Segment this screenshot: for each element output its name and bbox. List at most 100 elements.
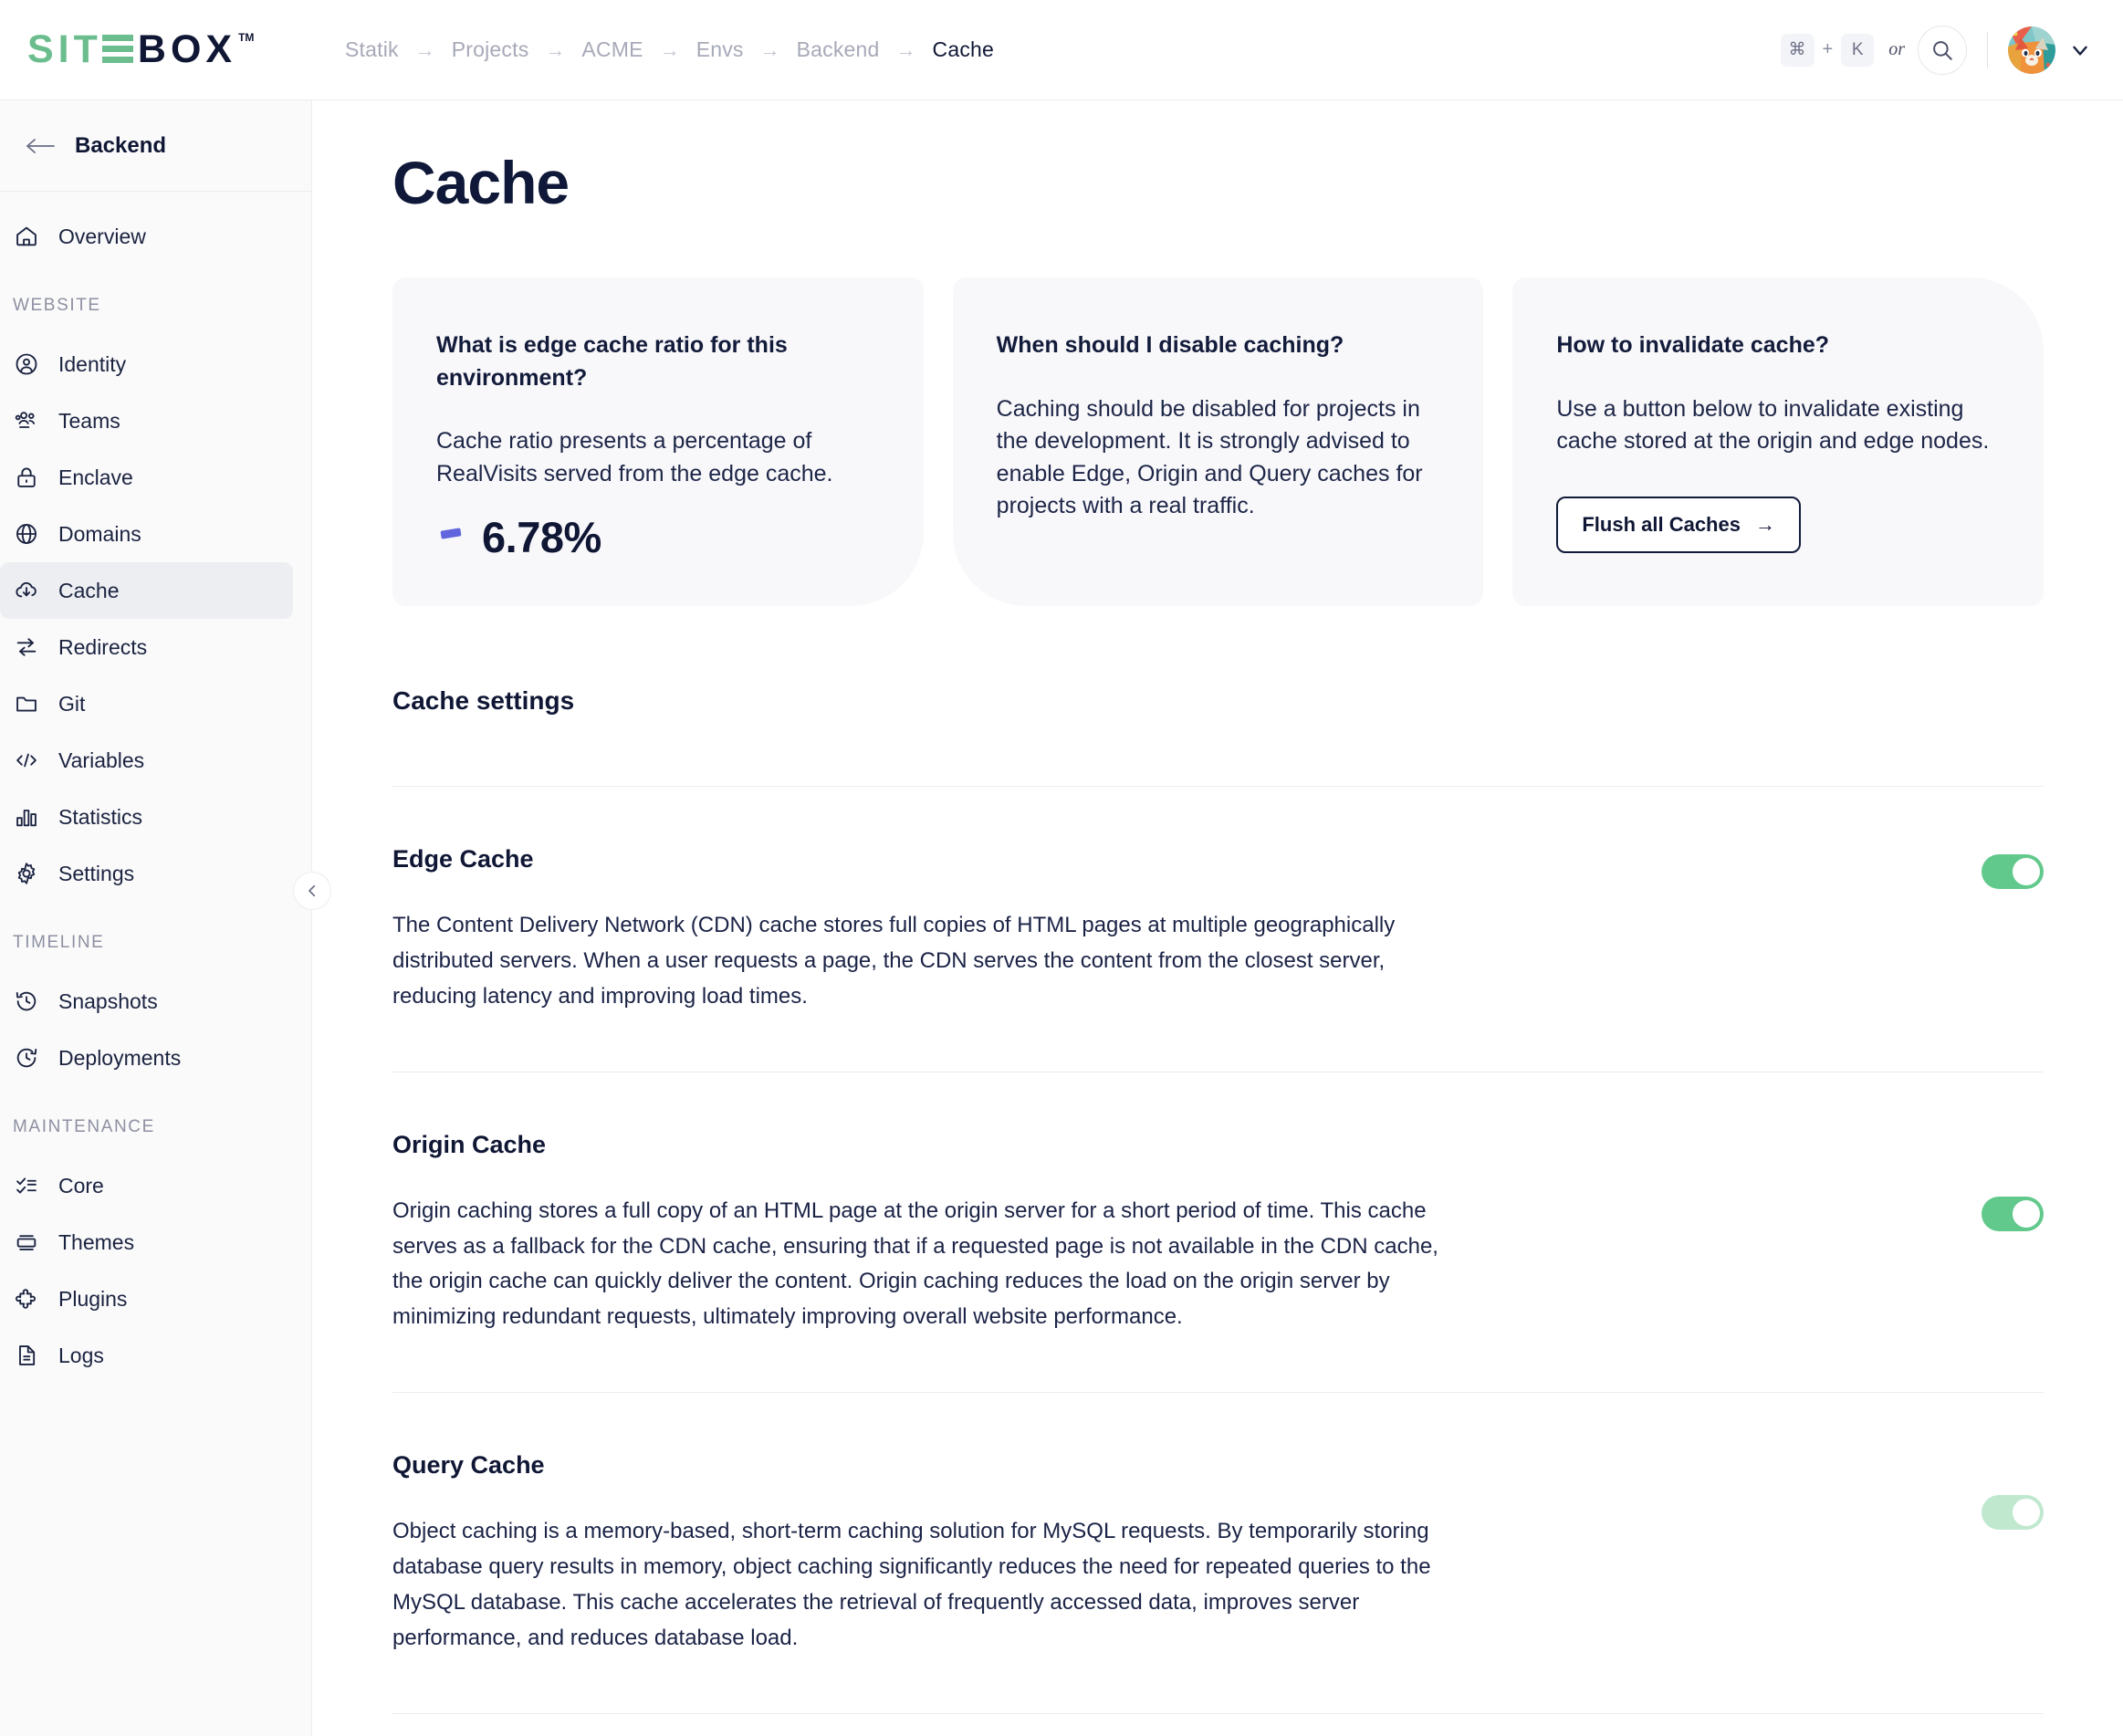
sidebar-item-plugins[interactable]: Plugins [0,1271,293,1327]
setting-name: Edge Cache [392,845,534,873]
setting-row-query-cache: Query Cache Object caching is a memory-b… [313,1393,2123,1657]
folder-icon [13,690,40,717]
shortcut-or-label: or [1888,39,1905,59]
breadcrumb-item-projects[interactable]: Projects [452,37,529,62]
breadcrumb-separator-icon: → [759,37,780,61]
layers-icon [13,1229,40,1256]
setting-toggle-cell [1982,845,2044,889]
sidebar-item-label: Redirects [58,634,148,659]
card-edge-cache-ratio: What is edge cache ratio for this enviro… [392,277,924,606]
sidebar-item-themes[interactable]: Themes [0,1214,293,1271]
card-body: Use a button below to invalidate existin… [1556,395,1990,455]
sidebar-item-settings[interactable]: Settings [0,845,293,902]
breadcrumb-separator-icon: → [414,37,435,61]
page-title: Cache [392,149,570,216]
sidebar-nav: Overview WEBSITE Identity Teams Enclave … [0,192,311,1384]
origin-cache-toggle[interactable] [1982,1196,2044,1231]
sidebar-back-header[interactable]: Backend [0,100,311,192]
sidebar-item-deployments[interactable]: Deployments [0,1030,293,1086]
card-heading: How to invalidate cache? [1556,332,1830,358]
sidebar-item-label: Deployments [58,1045,182,1070]
setting-name: Query Cache [392,1451,545,1480]
sidebar-item-logs[interactable]: Logs [0,1327,293,1384]
sidebar-item-redirects[interactable]: Redirects [0,619,293,675]
sidebar-item-overview[interactable]: Overview [0,208,293,265]
edge-cache-toggle[interactable] [1982,854,2044,889]
card-body: Cache ratio presents a percentage of Rea… [436,428,833,486]
logo-text-green: SIT [27,27,102,71]
sidebar-item-label: Snapshots [58,988,158,1013]
card-body: Caching should be disabled for projects … [996,395,1423,519]
query-cache-toggle[interactable] [1982,1495,2044,1531]
sidebar-item-cache[interactable]: Cache [0,562,293,619]
sidebar: Backend Overview WEBSITE Identity Teams … [0,100,312,1736]
vertical-divider [1987,31,1988,68]
sidebar-back-label: Backend [75,132,167,158]
home-icon [13,223,40,250]
bar-chart-icon [13,803,40,831]
lock-icon [13,464,40,491]
puzzle-icon [13,1285,40,1312]
breadcrumb-item-envs[interactable]: Envs [696,37,744,62]
sidebar-item-label: Core [58,1173,104,1197]
setting-description: Origin caching stores a full copy of an … [392,1197,1438,1330]
arrow-right-icon: → [1754,512,1775,536]
sidebar-item-variables[interactable]: Variables [0,732,293,789]
document-icon [13,1342,40,1369]
flush-all-caches-button[interactable]: Flush all Caches → [1556,496,1801,553]
breadcrumb-item-statik[interactable]: Statik [345,37,399,62]
sidebar-item-label: Statistics [58,804,143,829]
account-menu-button[interactable] [2068,38,2092,62]
avatar-cat-image [2008,26,2055,74]
app-logo[interactable]: SIT BOX TM [0,30,312,69]
arrow-left-icon [26,138,55,153]
card-heading: What is edge cache ratio for this enviro… [436,332,788,391]
setting-text: Query Cache Object caching is a memory-b… [392,1451,1474,1657]
chevron-down-icon [2073,46,2087,56]
chevron-left-icon [309,884,316,897]
avatar[interactable] [2008,26,2055,74]
sidebar-item-label: Variables [58,748,145,772]
sidebar-item-core[interactable]: Core [0,1157,293,1214]
sidebar-item-teams[interactable]: Teams [0,392,293,449]
logo-text-dark: BOX [137,27,237,71]
logo-trademark: TM [238,31,255,44]
setting-row-edge-cache: Edge Cache The Content Delivery Network … [313,787,2123,1015]
search-button[interactable] [1918,25,1967,75]
breadcrumb: Statik → Projects → ACME → Envs → Backen… [345,37,994,62]
sidebar-item-label: Cache [58,578,120,602]
edge-cache-ratio-metric: 6.78% [436,512,880,562]
setting-toggle-cell [1982,1131,2044,1231]
history-icon [13,988,40,1015]
sidebar-item-statistics[interactable]: Statistics [0,789,293,845]
sidebar-item-identity[interactable]: Identity [0,336,293,392]
setting-description: The Content Delivery Network (CDN) cache… [392,913,1396,1009]
command-key-badge: ⌘ [1780,33,1814,67]
setting-toggle-cell [1982,1451,2044,1531]
cache-settings-title: Cache settings [392,686,575,715]
sidebar-item-label: Enclave [58,465,133,489]
sparkline-icon [436,518,469,562]
breadcrumb-item-cache[interactable]: Cache [933,37,994,62]
sidebar-item-domains[interactable]: Domains [0,506,293,562]
k-key-badge: K [1841,33,1875,67]
sidebar-collapse-button[interactable] [293,872,331,910]
sidebar-section-website: WEBSITE [13,296,101,315]
sidebar-item-label: Logs [58,1343,104,1367]
top-bar-actions: ⌘ + K or [1780,25,2123,75]
sidebar-section-timeline: TIMELINE [13,933,105,952]
breadcrumb-item-acme[interactable]: ACME [581,37,643,62]
setting-text: Origin Cache Origin caching stores a ful… [392,1131,1474,1336]
sidebar-item-git[interactable]: Git [0,675,293,732]
breadcrumb-item-backend[interactable]: Backend [797,37,880,62]
breadcrumb-separator-icon: → [545,37,566,61]
gear-icon [13,860,40,887]
setting-text: Edge Cache The Content Delivery Network … [392,845,1474,1015]
shortcut-plus-label: + [1822,39,1834,59]
sidebar-item-label: Teams [58,408,120,433]
code-brackets-icon [13,747,40,774]
sidebar-item-label: Git [58,691,86,716]
sidebar-item-enclave[interactable]: Enclave [0,449,293,506]
sidebar-item-snapshots[interactable]: Snapshots [0,973,293,1030]
sidebar-section-maintenance: MAINTENANCE [13,1117,155,1136]
